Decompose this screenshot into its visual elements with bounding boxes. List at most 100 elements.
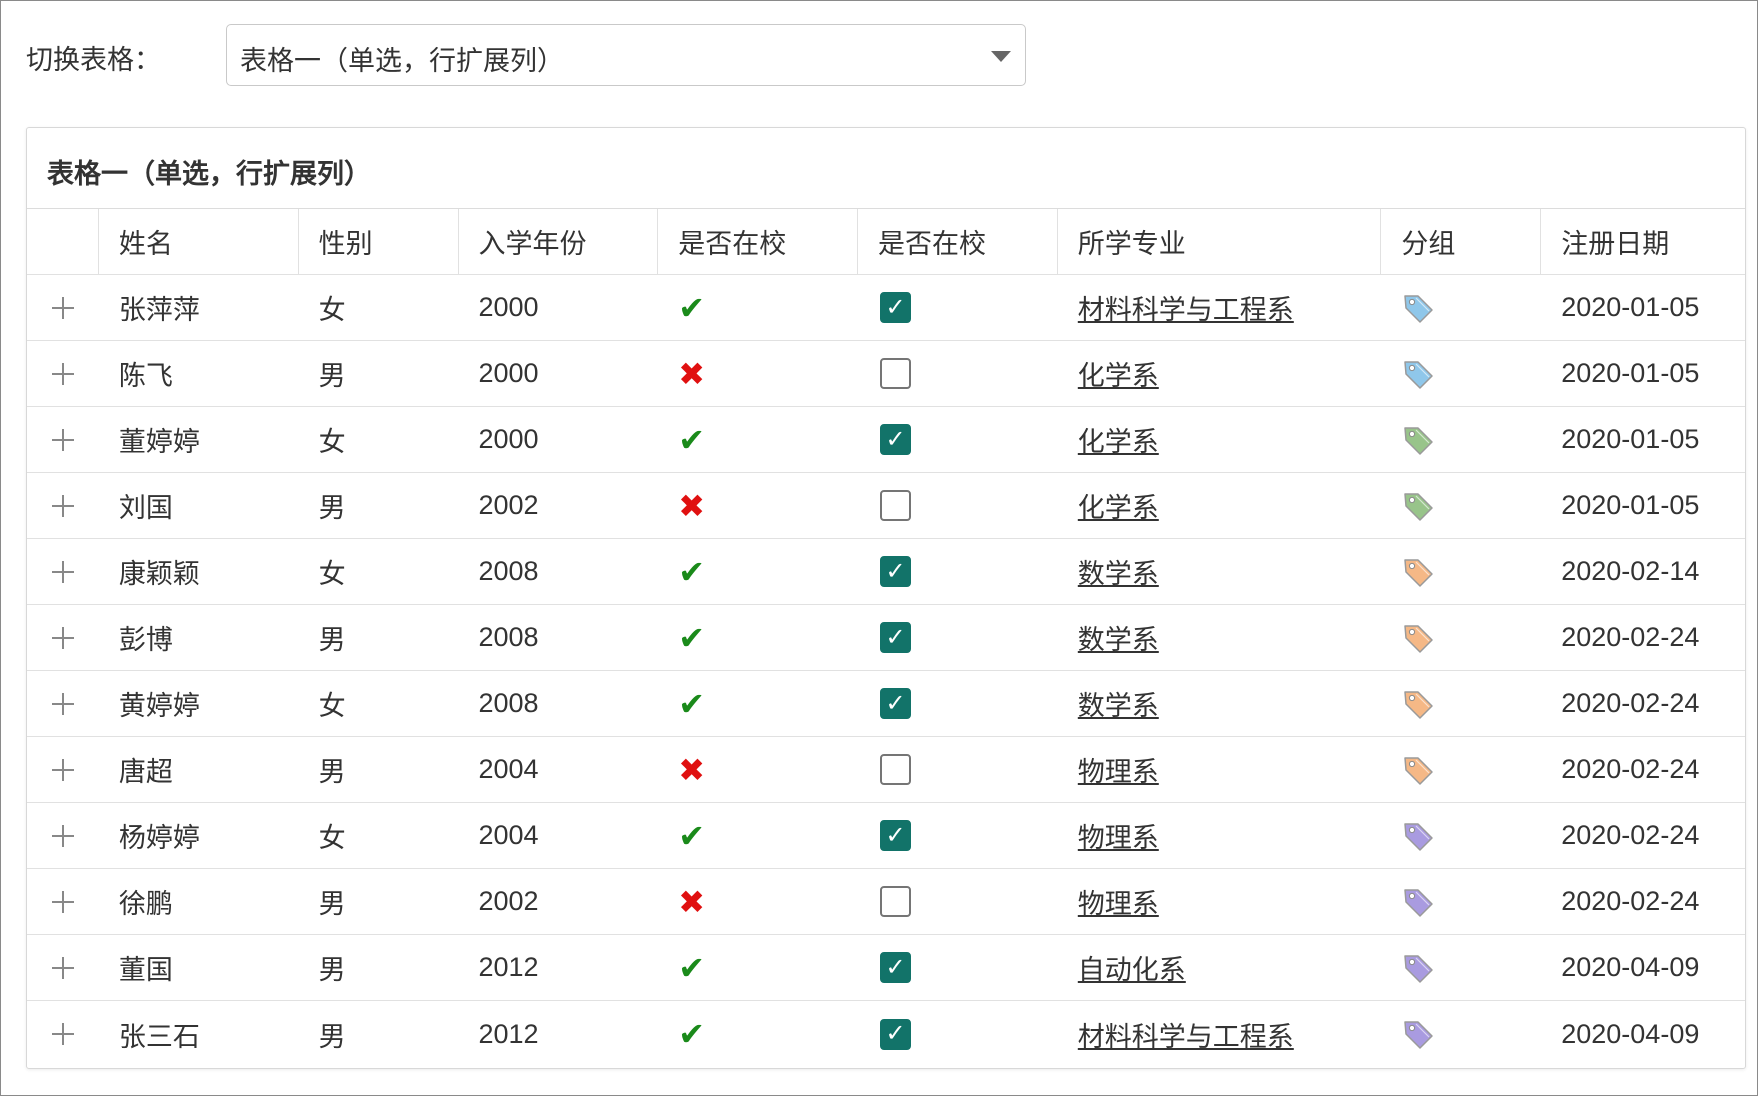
- cell-date: 2020-02-24: [1561, 754, 1700, 784]
- table-row[interactable]: 董婷婷 女 2000 ✔ ✓ 化学系 2020-01-05: [27, 407, 1745, 473]
- expand-cell[interactable]: [27, 935, 99, 1000]
- header-at-school[interactable]: 是否在校: [658, 209, 859, 274]
- table-row[interactable]: 徐鹏 男 2002 ✖ 物理系 2020-02-24: [27, 869, 1745, 935]
- major-link[interactable]: 物理系: [1078, 816, 1159, 855]
- checkbox-checked[interactable]: ✓: [880, 292, 912, 323]
- plus-icon[interactable]: [51, 626, 74, 649]
- major-link[interactable]: 化学系: [1078, 354, 1159, 393]
- cell-at-school-checkbox: [858, 341, 1058, 406]
- checkbox-checked[interactable]: ✓: [880, 424, 912, 455]
- cell-at-school-checkbox: [858, 473, 1058, 538]
- header-year[interactable]: 入学年份: [459, 209, 659, 274]
- checkbox-checked[interactable]: ✓: [880, 622, 912, 653]
- cell-date: 2020-02-24: [1561, 622, 1700, 652]
- checkbox-checked[interactable]: ✓: [880, 688, 912, 719]
- check-mark-icon: ✔: [678, 817, 706, 854]
- plus-icon[interactable]: [51, 758, 74, 781]
- header-major[interactable]: 所学专业: [1058, 209, 1382, 274]
- cell-group: [1381, 737, 1541, 802]
- expand-cell[interactable]: [27, 737, 99, 802]
- expand-cell[interactable]: [27, 803, 99, 868]
- table-row[interactable]: 杨婷婷 女 2004 ✔ ✓ 物理系 2020-02-24: [27, 803, 1745, 869]
- major-link[interactable]: 自动化系: [1078, 948, 1186, 987]
- plus-icon[interactable]: [51, 1023, 74, 1045]
- table-row[interactable]: 张三石 男 2012 ✔ ✓ 材料科学与工程系 2020-04-09: [27, 1001, 1745, 1067]
- plus-icon[interactable]: [51, 560, 74, 583]
- cell-major: 数学系: [1058, 539, 1382, 604]
- table-row[interactable]: 董国 男 2012 ✔ ✓ 自动化系 2020-04-09: [27, 935, 1745, 1001]
- cell-date: 2020-02-14: [1561, 556, 1700, 586]
- header-name[interactable]: 姓名: [99, 209, 299, 274]
- cell-name: 彭博: [118, 625, 173, 655]
- cell-sex: 女: [318, 427, 346, 457]
- expand-cell[interactable]: [27, 1001, 99, 1067]
- major-link[interactable]: 材料科学与工程系: [1078, 288, 1294, 327]
- expand-cell[interactable]: [27, 341, 99, 406]
- checkbox-checked[interactable]: ✓: [880, 952, 912, 983]
- header-sex[interactable]: 性别: [299, 209, 459, 274]
- table-row[interactable]: 刘国 男 2002 ✖ 化学系 2020-01-05: [27, 473, 1745, 539]
- cell-major: 化学系: [1058, 341, 1382, 406]
- table-row[interactable]: 彭博 男 2008 ✔ ✓ 数学系 2020-02-24: [27, 605, 1745, 671]
- expand-cell[interactable]: [27, 605, 99, 670]
- cell-date: 2020-01-05: [1561, 424, 1700, 454]
- checkbox-checked[interactable]: ✓: [880, 1018, 912, 1050]
- table-switcher: 切换表格： 表格一（单选，行扩展列）: [26, 24, 1026, 86]
- expand-cell[interactable]: [27, 869, 99, 934]
- major-link[interactable]: 数学系: [1078, 552, 1159, 591]
- cell-date: 2020-02-24: [1561, 886, 1700, 916]
- plus-icon[interactable]: [51, 428, 74, 451]
- checkbox-checked[interactable]: ✓: [880, 820, 912, 851]
- cell-group: [1381, 935, 1541, 1000]
- cell-group: [1381, 605, 1541, 670]
- table-select[interactable]: 表格一（单选，行扩展列）: [226, 24, 1026, 86]
- table-row[interactable]: 黄婷婷 女 2008 ✔ ✓ 数学系 2020-02-24: [27, 671, 1745, 737]
- cell-sex: 男: [318, 625, 346, 655]
- cell-name: 黄婷婷: [118, 691, 200, 721]
- checkbox-unchecked[interactable]: [880, 754, 912, 785]
- plus-icon[interactable]: [51, 956, 74, 979]
- cell-name: 康颖颖: [118, 559, 200, 589]
- caret-down-icon[interactable]: [991, 51, 1011, 62]
- major-link[interactable]: 化学系: [1078, 486, 1159, 525]
- major-link[interactable]: 化学系: [1078, 420, 1159, 459]
- cell-at-school: ✔: [658, 671, 858, 736]
- cell-year: 2012: [478, 952, 539, 982]
- plus-icon[interactable]: [51, 692, 74, 715]
- major-link[interactable]: 材料科学与工程系: [1078, 1015, 1294, 1054]
- cell-name: 张三石: [118, 1021, 200, 1052]
- cell-date: 2020-01-05: [1561, 292, 1700, 322]
- expand-cell[interactable]: [27, 275, 99, 340]
- checkbox-checked[interactable]: ✓: [880, 556, 912, 587]
- plus-icon[interactable]: [51, 890, 74, 913]
- checkbox-unchecked[interactable]: [880, 358, 912, 389]
- cell-date: 2020-01-05: [1561, 358, 1700, 388]
- cell-at-school: ✖: [658, 737, 858, 802]
- expand-cell[interactable]: [27, 671, 99, 736]
- cell-name: 张萍萍: [118, 295, 200, 325]
- cell-sex: 女: [318, 295, 346, 325]
- table-row[interactable]: 张萍萍 女 2000 ✔ ✓ 材料科学与工程系 2020-01-05: [27, 275, 1745, 341]
- table-row[interactable]: 陈飞 男 2000 ✖ 化学系 2020-01-05: [27, 341, 1745, 407]
- plus-icon[interactable]: [51, 824, 74, 847]
- major-link[interactable]: 数学系: [1078, 618, 1159, 657]
- expand-cell[interactable]: [27, 539, 99, 604]
- table-row[interactable]: 康颖颖 女 2008 ✔ ✓ 数学系 2020-02-14: [27, 539, 1745, 605]
- cell-name: 唐超: [118, 757, 173, 787]
- major-link[interactable]: 物理系: [1078, 882, 1159, 921]
- major-link[interactable]: 物理系: [1078, 750, 1159, 789]
- checkbox-unchecked[interactable]: [880, 886, 912, 917]
- cell-sex: 男: [318, 889, 346, 919]
- plus-icon[interactable]: [51, 296, 74, 319]
- expand-cell[interactable]: [27, 473, 99, 538]
- table-row[interactable]: 唐超 男 2004 ✖ 物理系 2020-02-24: [27, 737, 1745, 803]
- header-at-school-checkbox[interactable]: 是否在校: [858, 209, 1058, 274]
- header-group[interactable]: 分组: [1381, 209, 1542, 274]
- expand-cell[interactable]: [27, 407, 99, 472]
- cell-year: 2008: [478, 688, 539, 718]
- checkbox-unchecked[interactable]: [880, 490, 912, 521]
- plus-icon[interactable]: [51, 362, 74, 385]
- plus-icon[interactable]: [51, 494, 74, 517]
- major-link[interactable]: 数学系: [1078, 684, 1159, 723]
- header-date[interactable]: 注册日期: [1541, 209, 1745, 274]
